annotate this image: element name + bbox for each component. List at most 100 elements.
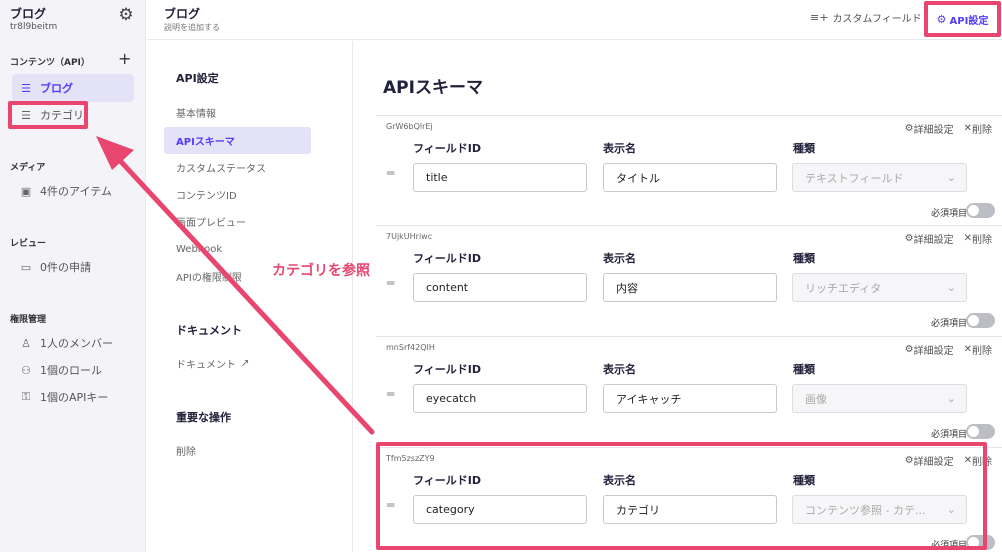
detail-settings-button[interactable]: ⚙ 詳細設定 (905, 231, 954, 246)
nav-webhook[interactable]: Webhook (164, 236, 311, 263)
delete-field-button[interactable]: ✕ 削除 (964, 342, 992, 357)
delete-label: 削除 (972, 346, 992, 357)
top-bar: ブログ 説明を追加する ≡+ カスタムフィールド ⚙ API設定 (147, 0, 1002, 40)
nav-document[interactable]: ドキュメント ↗ (164, 350, 311, 377)
field-actions: ⚙ 詳細設定 ✕ 削除 (905, 121, 992, 136)
sidebar-item-label: 4件のアイテム (40, 185, 112, 198)
api-description-link[interactable]: 説明を追加する (164, 22, 220, 33)
type-value: テキストフィールド (805, 171, 904, 185)
sidebar: ブログ tr8l9beitm ⚙ コンテンツ（API） + ☰ ブログ ☰ カテ… (0, 0, 146, 552)
drag-handle-icon[interactable]: ═ (387, 498, 394, 512)
sidebar-item-label: ブログ (40, 82, 73, 95)
review-header: レビュー (10, 239, 47, 249)
service-name: ブログ (10, 7, 47, 21)
type-label: 種類 (793, 142, 815, 155)
field-id-input[interactable]: category (413, 495, 587, 524)
media-header: メディア (10, 163, 46, 173)
field-id-label: フィールドID (413, 142, 482, 155)
field-id-label: フィールドID (413, 474, 482, 487)
field-id-input[interactable]: content (413, 273, 587, 302)
drag-handle-icon[interactable]: ═ (387, 276, 394, 290)
field-key: GrW6bQlrEj (386, 122, 433, 131)
api-settings-header: API設定 (176, 72, 219, 85)
display-name-input[interactable]: アイキャッチ (603, 384, 777, 413)
list-icon: ☰ (21, 81, 31, 95)
danger-header: 重要な操作 (176, 411, 231, 424)
sidebar-item-blog[interactable]: ☰ ブログ (12, 74, 134, 102)
field-id-label: フィールドID (413, 252, 482, 265)
delete-field-button[interactable]: ✕ 削除 (964, 231, 992, 246)
type-value: コンテンツ参照 - カテ... (805, 503, 926, 517)
api-settings-label: API設定 (949, 15, 989, 27)
required-label: 必須項目 (930, 430, 967, 440)
detail-settings-button[interactable]: ⚙ 詳細設定 (905, 121, 954, 136)
main-panel: APIスキーマ GrW6bQlrEj ⚙ 詳細設定 ✕ 削除 ═ フィールドID … (354, 41, 1002, 552)
required-label: 必須項目 (930, 541, 967, 551)
close-icon: ✕ (963, 455, 972, 466)
category-highlight-box (8, 101, 88, 129)
field-id-input[interactable]: eyecatch (413, 384, 587, 413)
schema-field-row: Tfm5zszZY9 ⚙ 詳細設定 ✕ 削除 ═ フィールドID 表示名 種類 c… (376, 447, 1002, 552)
schema-field-row: GrW6bQlrEj ⚙ 詳細設定 ✕ 削除 ═ フィールドID 表示名 種類 t… (376, 115, 1002, 225)
type-value: 画像 (805, 392, 827, 406)
required-toggle[interactable] (966, 313, 995, 328)
nav-preview[interactable]: 画面プレビュー (164, 208, 311, 235)
type-select: リッチエディタ ⌄ (792, 273, 967, 302)
contents-header: コンテンツ（API） (10, 58, 90, 68)
delete-field-button[interactable]: ✕ 削除 (964, 453, 992, 468)
permissions-header: 権限管理 (10, 315, 47, 325)
display-name-input[interactable]: 内容 (603, 273, 777, 302)
nav-api-schema[interactable]: APIスキーマ (164, 127, 311, 154)
required-toggle[interactable] (966, 203, 995, 218)
type-label: 種類 (793, 252, 815, 265)
nav-custom-status[interactable]: カスタムステータス (164, 154, 311, 181)
field-key: 7UjkUHriwc (386, 232, 433, 241)
field-actions: ⚙ 詳細設定 ✕ 削除 (905, 231, 992, 246)
chevron-down-icon: ⌄ (946, 503, 956, 516)
service-id: tr8l9beitm (10, 22, 58, 32)
display-name-input[interactable]: タイトル (603, 163, 777, 192)
close-icon: ✕ (963, 233, 972, 244)
type-select: テキストフィールド ⌄ (792, 163, 967, 192)
custom-field-button[interactable]: ≡+ カスタムフィールド (810, 10, 922, 25)
sidebar-item-members[interactable]: ♙ 1人のメンバー (12, 329, 134, 357)
display-name-label: 表示名 (603, 363, 636, 376)
drag-handle-icon[interactable]: ═ (387, 166, 394, 180)
required-toggle[interactable] (966, 424, 995, 439)
detail-settings-button[interactable]: ⚙ 詳細設定 (905, 342, 954, 357)
delete-field-button[interactable]: ✕ 削除 (964, 121, 992, 136)
sidebar-item-review[interactable]: ▭ 0件の申請 (12, 253, 134, 281)
gear-icon: ⚙ (904, 233, 914, 244)
drag-handle-icon[interactable]: ═ (387, 387, 394, 401)
sidebar-item-media[interactable]: ▣ 4件のアイテム (12, 177, 134, 205)
add-api-icon[interactable]: + (118, 50, 131, 68)
gear-icon[interactable]: ⚙ (117, 6, 135, 24)
nav-content-id[interactable]: コンテンツID (164, 181, 311, 208)
close-icon: ✕ (963, 123, 972, 134)
detail-label: 詳細設定 (913, 125, 954, 136)
field-id-input[interactable]: title (413, 163, 587, 192)
required-label: 必須項目 (930, 209, 967, 219)
delete-label: 削除 (972, 235, 992, 246)
nav-delete[interactable]: 削除 (164, 437, 311, 464)
page-title: APIスキーマ (383, 78, 483, 98)
gear-icon: ⚙ (904, 455, 914, 466)
key-icon: ⚿ (21, 390, 31, 403)
close-icon: ✕ (963, 344, 972, 355)
external-link-icon: ↗ (241, 358, 250, 369)
display-name-input[interactable]: カテゴリ (603, 495, 777, 524)
sidebar-item-roles[interactable]: ⚇ 1個のロール (12, 356, 134, 384)
schema-field-row: 7UjkUHriwc ⚙ 詳細設定 ✕ 削除 ═ フィールドID 表示名 種類 c… (376, 225, 1002, 335)
sidebar-item-api-keys[interactable]: ⚿ 1個のAPIキー (12, 383, 134, 411)
sidebar-item-label: 1人のメンバー (40, 337, 113, 350)
sidebar-item-label: 0件の申請 (40, 261, 91, 274)
chevron-down-icon: ⌄ (946, 281, 956, 294)
sidebar-item-label: 1個のロール (40, 364, 102, 377)
nav-basic-info[interactable]: 基本情報 (164, 99, 311, 126)
document-header: ドキュメント (176, 324, 242, 337)
detail-settings-button[interactable]: ⚙ 詳細設定 (905, 453, 954, 468)
api-settings-button[interactable]: ⚙ API設定 (924, 1, 1001, 37)
required-toggle[interactable] (966, 535, 995, 550)
display-name-label: 表示名 (603, 252, 636, 265)
type-label: 種類 (793, 474, 815, 487)
